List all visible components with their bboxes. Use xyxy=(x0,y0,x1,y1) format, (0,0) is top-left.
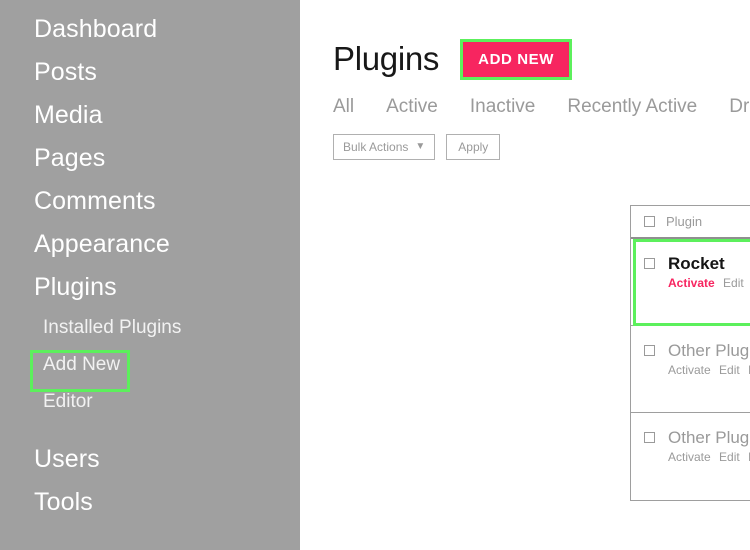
add-new-button[interactable]: ADD NEW xyxy=(463,41,570,77)
plugin-row-actions: Activate Edit Delete xyxy=(668,276,750,291)
plugin-info: Other Plugin Activate Edit Delete xyxy=(668,340,750,378)
sidebar-item-label: Installed Plugins xyxy=(43,317,182,338)
sidebar-item-plugins[interactable]: Plugins xyxy=(0,266,300,309)
table-header-row: Plugin Description xyxy=(631,206,750,239)
table-row[interactable]: Other Plugin Activate Edit Delete Generi… xyxy=(631,326,750,413)
admin-screen: Dashboard Posts Media Pages Comments App… xyxy=(0,0,750,550)
row-checkbox[interactable] xyxy=(644,258,655,269)
sidebar-item-label: Editor xyxy=(43,391,93,412)
sidebar-item-editor[interactable]: Editor xyxy=(0,383,300,420)
activate-link[interactable]: Activate xyxy=(668,276,715,290)
plugin-row-actions: Activate Edit Delete xyxy=(668,363,750,378)
table-row[interactable]: Other Plugin Activate Edit Delete Generi… xyxy=(631,413,750,500)
sidebar-item-pages[interactable]: Pages xyxy=(0,137,300,180)
page-header: Plugins ADD NEW xyxy=(300,0,750,82)
filter-link-all[interactable]: All xyxy=(333,95,354,119)
sidebar-item-label: Plugins xyxy=(34,273,117,301)
chevron-down-icon: ▼ xyxy=(415,141,426,152)
sidebar-menu: Dashboard Posts Media Pages Comments App… xyxy=(0,8,300,524)
row-checkbox[interactable] xyxy=(644,345,655,356)
plugin-info: Other Plugin Activate Edit Delete xyxy=(668,427,750,465)
plugins-table: Plugin Description Rocket Activate Edit … xyxy=(630,205,750,501)
bulk-actions-select[interactable]: Bulk Actions ▼ xyxy=(333,134,436,160)
main-content: Plugins ADD NEW All Active Inactive Rece… xyxy=(300,0,750,550)
sidebar-item-label: Users xyxy=(34,445,100,473)
filter-link-dropins[interactable]: Drop xyxy=(729,95,750,119)
sidebar-item-dashboard[interactable]: Dashboard xyxy=(0,8,300,51)
row-checkbox[interactable] xyxy=(644,432,655,443)
sidebar-item-comments[interactable]: Comments xyxy=(0,180,300,223)
select-all-checkbox[interactable] xyxy=(644,216,655,227)
sidebar: Dashboard Posts Media Pages Comments App… xyxy=(0,0,300,550)
sidebar-item-label: Comments xyxy=(34,187,156,215)
sidebar-item-media[interactable]: Media xyxy=(0,94,300,137)
filter-link-inactive[interactable]: Inactive xyxy=(470,95,535,119)
filter-links: All Active Inactive Recently Active Drop xyxy=(300,95,750,119)
sidebar-item-posts[interactable]: Posts xyxy=(0,51,300,94)
sidebar-item-label: Media xyxy=(34,101,103,129)
plugin-name: Other Plugin xyxy=(668,428,750,447)
filter-link-recently-active[interactable]: Recently Active xyxy=(567,95,697,119)
add-new-button-wrapper: ADD NEW xyxy=(460,38,573,80)
column-header-plugin: Plugin xyxy=(666,213,703,229)
edit-link[interactable]: Edit xyxy=(719,450,740,464)
filter-link-active[interactable]: Active xyxy=(386,95,438,119)
activate-link[interactable]: Activate xyxy=(668,450,711,464)
edit-link[interactable]: Edit xyxy=(719,363,740,377)
sidebar-item-add-new[interactable]: Add New xyxy=(0,346,300,383)
sidebar-item-installed-plugins[interactable]: Installed Plugins xyxy=(0,309,300,346)
sidebar-item-appearance[interactable]: Appearance xyxy=(0,223,300,266)
plugin-row-main: Other Plugin Activate Edit Delete xyxy=(644,427,750,465)
plugin-row-actions: Activate Edit Delete xyxy=(668,450,750,465)
plugin-name: Other Plugin xyxy=(668,341,750,360)
sidebar-item-users[interactable]: Users xyxy=(0,438,300,481)
sidebar-item-label: Appearance xyxy=(34,230,170,258)
plugin-info: Rocket Activate Edit Delete xyxy=(668,253,750,291)
page-title: Plugins xyxy=(333,40,440,77)
sidebar-item-tools[interactable]: Tools xyxy=(0,481,300,524)
apply-button[interactable]: Apply xyxy=(446,134,501,160)
sidebar-item-label: Dashboard xyxy=(34,15,158,43)
sidebar-item-label: Pages xyxy=(34,144,106,172)
bulk-actions-label: Bulk Actions xyxy=(343,140,409,154)
plugin-row-main: Rocket Activate Edit Delete xyxy=(644,253,750,291)
activate-link[interactable]: Activate xyxy=(668,363,711,377)
sidebar-item-label: Tools xyxy=(34,488,93,516)
sidebar-item-label: Add New xyxy=(43,354,121,375)
table-row[interactable]: Rocket Activate Edit Delete Speed up you… xyxy=(631,239,750,326)
bulk-actions-toolbar: Bulk Actions ▼ Apply xyxy=(300,134,750,160)
plugin-row-main: Other Plugin Activate Edit Delete xyxy=(644,340,750,378)
edit-link[interactable]: Edit xyxy=(723,276,744,290)
sidebar-item-label: Posts xyxy=(34,58,98,86)
plugin-name: Rocket xyxy=(668,254,725,273)
